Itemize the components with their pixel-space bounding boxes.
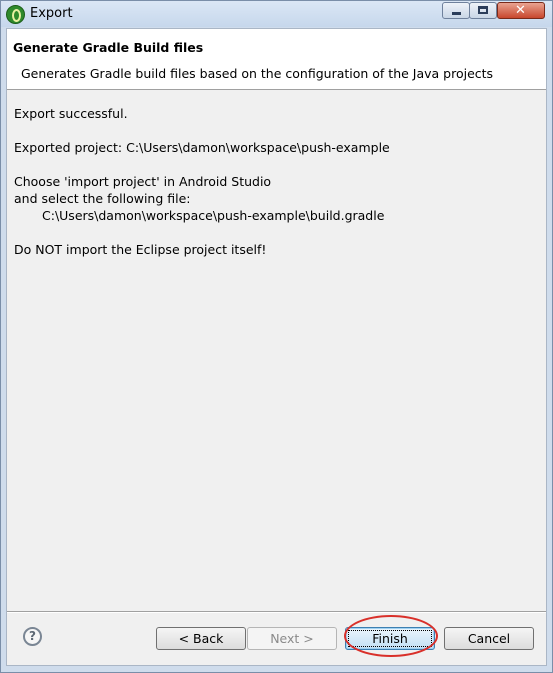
- window-title: Export: [30, 6, 73, 21]
- finish-highlight-circle: [344, 615, 438, 657]
- exported-project-path: Exported project: C:\Users\damon\workspa…: [14, 140, 390, 155]
- result-message-area: Export successful. Exported project: C:\…: [7, 96, 546, 611]
- warning-message: Do NOT import the Eclipse project itself…: [14, 242, 267, 257]
- minimize-button[interactable]: [442, 2, 470, 19]
- help-button[interactable]: ?: [23, 627, 42, 646]
- button-bar-divider: [7, 611, 546, 613]
- instruction-line-2: and select the following file:: [14, 191, 191, 206]
- eclipse-icon: [6, 5, 25, 24]
- instruction-line-1: Choose 'import project' in Android Studi…: [14, 174, 272, 189]
- wizard-header: Generate Gradle Build files Generates Gr…: [7, 29, 546, 90]
- close-button[interactable]: ✕: [497, 2, 545, 19]
- wizard-description: Generates Gradle build files based on th…: [21, 66, 494, 81]
- export-dialog: Export ✕ Generate Gradle Build files Gen…: [0, 0, 553, 673]
- maximize-button[interactable]: [469, 2, 497, 19]
- build-gradle-path: C:\Users\damon\workspace\push-example\bu…: [42, 208, 385, 223]
- wizard-frame: Generate Gradle Build files Generates Gr…: [6, 28, 547, 666]
- close-icon: ✕: [515, 3, 526, 18]
- help-icon: ?: [29, 629, 36, 643]
- maximize-icon: [478, 6, 488, 14]
- status-message: Export successful.: [14, 106, 128, 121]
- back-button[interactable]: < Back: [156, 627, 246, 650]
- wizard-title: Generate Gradle Build files: [13, 40, 204, 55]
- minimize-icon: [452, 12, 461, 15]
- title-bar[interactable]: Export ✕: [1, 1, 552, 27]
- cancel-button[interactable]: Cancel: [444, 627, 534, 650]
- next-button[interactable]: Next >: [247, 627, 337, 650]
